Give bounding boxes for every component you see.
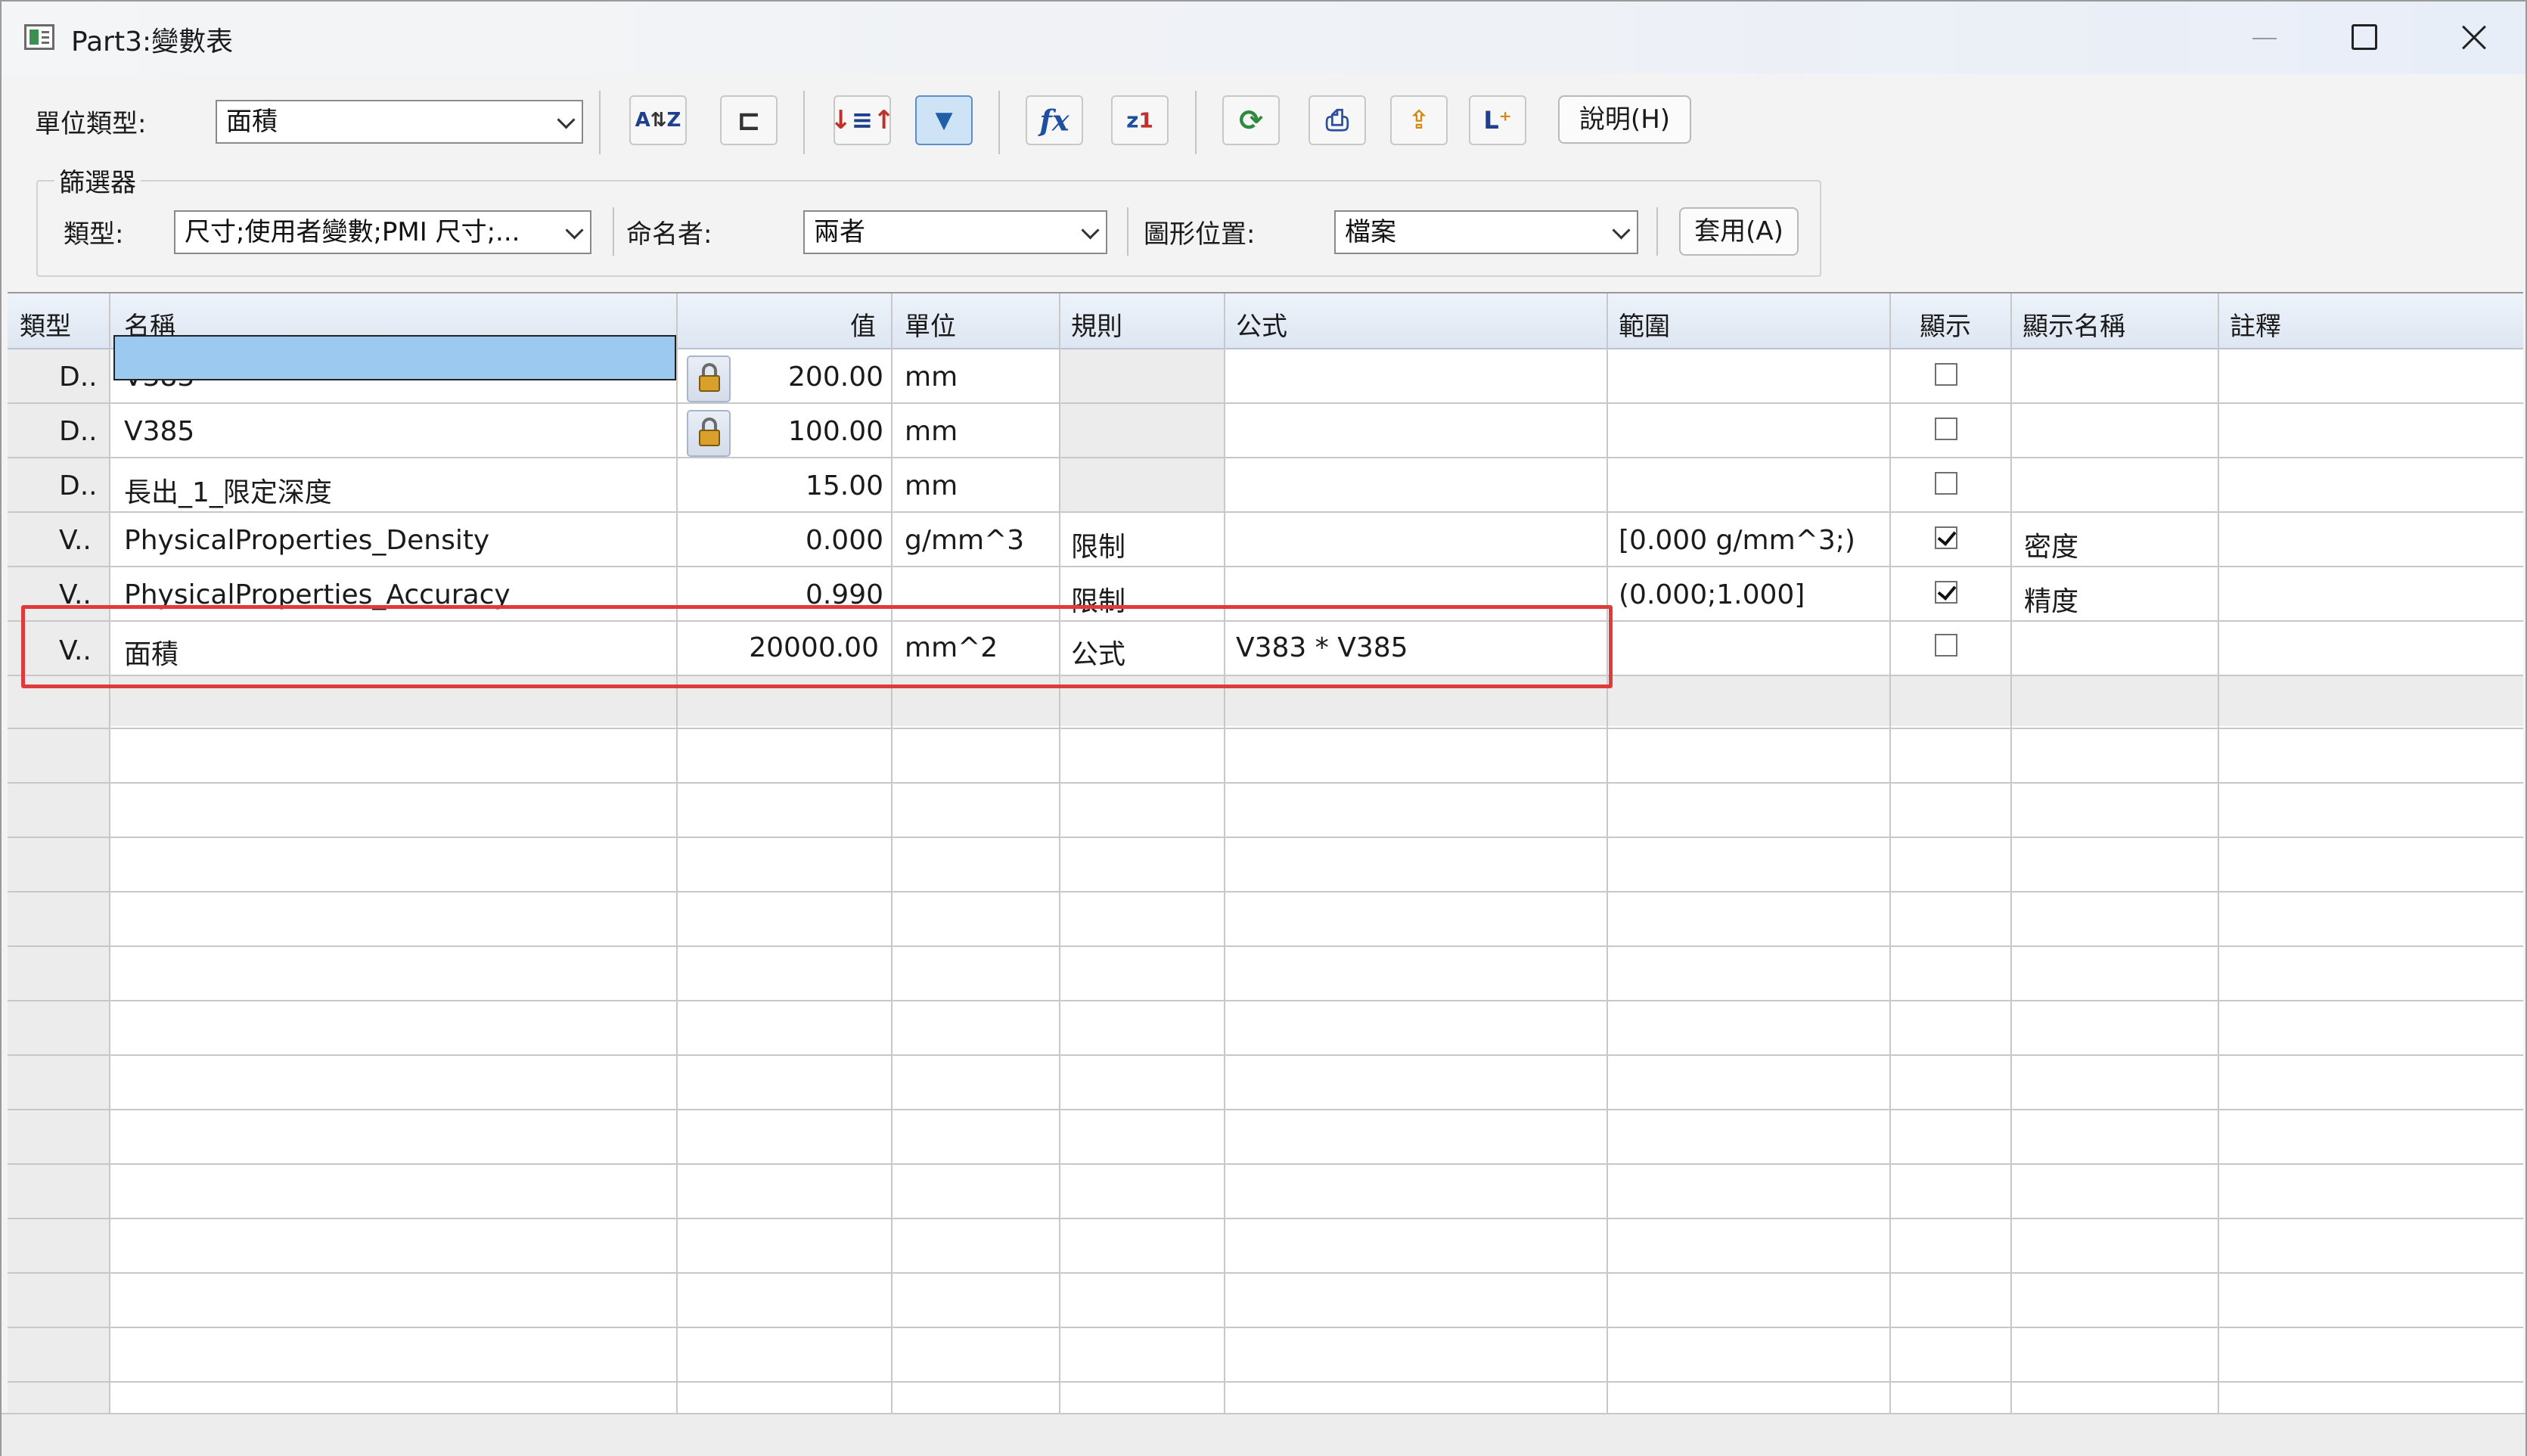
filter-icon: ▼ [935, 107, 953, 134]
variable-value-cell[interactable]: 200.00 [764, 362, 883, 393]
variable-value-cell[interactable]: 100.00 [764, 416, 883, 447]
print-icon: ⎙ [1325, 103, 1349, 137]
chevron-down-icon [565, 221, 584, 240]
variable-table-window: Part3:變數表 單位類型: 面積 A⇅Z ⊏ ↓≡↑ ▼ fx z1 ⟳ ⎙… [0, 0, 2527, 1456]
variable-value-cell[interactable]: 15.00 [764, 470, 883, 501]
export-button[interactable]: ⇪ [1390, 95, 1448, 145]
unit-type-value: 面積 [226, 107, 278, 137]
filter-group-title: 篩選器 [54, 162, 141, 199]
highlight-annotation-box [21, 605, 1613, 688]
row-type: V.. [59, 525, 92, 556]
tree-view-button[interactable]: ⊏ [720, 95, 778, 145]
function-wizard-icon: z1 [1126, 107, 1153, 133]
header-formula[interactable]: 公式 [1236, 306, 1287, 343]
print-button[interactable]: ⎙ [1309, 95, 1366, 145]
sort-order-button[interactable]: ↓≡↑ [830, 95, 895, 145]
display-name-cell[interactable]: 密度 [2024, 525, 2078, 564]
title-bar: Part3:變數表 [2, 2, 2525, 74]
name-edit-field[interactable] [113, 335, 676, 380]
show-checkbox[interactable] [1935, 634, 1957, 657]
row-type: D.. [59, 362, 98, 393]
export-icon: ⇪ [1408, 105, 1430, 135]
chevron-down-icon [1081, 221, 1100, 240]
type-filter-select[interactable]: 尺寸;使用者變數;PMI 尺寸;... [174, 210, 591, 254]
apply-button[interactable]: 套用(A) [1679, 207, 1799, 256]
formula-button[interactable]: fx [1026, 95, 1083, 145]
variable-grid: 類型 名稱 值 單位 規則 公式 範圍 顯示 顯示名稱 註釋 D.. 200.0… [8, 292, 2523, 1414]
add-variable-button[interactable]: L⁺ [1469, 95, 1526, 145]
graphic-location-value: 檔案 [1345, 217, 1396, 247]
unit-type-label: 單位類型: [35, 109, 147, 139]
type-filter-label: 類型: [64, 219, 124, 250]
tree-view-icon: ⊏ [737, 104, 761, 137]
formula-fx-icon: fx [1039, 103, 1069, 138]
variable-name-cell[interactable]: PhysicalProperties_Density [124, 525, 489, 556]
variable-range-cell[interactable]: (0.000;1.000] [1619, 579, 1805, 610]
maximize-button[interactable] [2333, 15, 2394, 61]
show-checkbox[interactable] [1935, 581, 1957, 604]
filter-button[interactable]: ▼ [915, 95, 973, 145]
named-by-label: 命名者: [626, 219, 712, 250]
help-button[interactable]: 說明(H) [1558, 95, 1691, 144]
lock-icon[interactable] [687, 410, 731, 457]
variable-name-cell[interactable]: 長出_1_限定深度 [124, 470, 332, 510]
header-value[interactable]: 值 [850, 306, 876, 343]
show-checkbox[interactable] [1935, 526, 1957, 549]
header-show[interactable]: 顯示 [1920, 306, 1971, 343]
minimize-button[interactable] [2233, 15, 2293, 61]
variable-unit-cell: mm [905, 362, 958, 393]
variable-unit-cell: mm [905, 470, 958, 501]
unit-type-select[interactable]: 面積 [216, 100, 583, 144]
show-checkbox[interactable] [1935, 472, 1957, 495]
header-note[interactable]: 註釋 [2230, 306, 2281, 343]
named-by-select[interactable]: 兩者 [803, 210, 1107, 254]
chevron-down-icon [1612, 221, 1631, 240]
variable-value-cell[interactable]: 0.000 [764, 525, 883, 556]
row-type: D.. [59, 416, 98, 447]
lock-icon[interactable] [687, 355, 731, 402]
show-checkbox[interactable] [1935, 363, 1957, 386]
window-title: Part3:變數表 [71, 26, 234, 57]
app-icon [24, 24, 54, 50]
header-unit[interactable]: 單位 [905, 306, 956, 343]
status-bar [2, 1413, 2525, 1456]
sort-az-button[interactable]: A⇅Z [629, 95, 687, 145]
variable-unit-cell: mm [905, 416, 958, 447]
header-type[interactable]: 類型 [20, 306, 71, 343]
graphic-location-label: 圖形位置: [1144, 219, 1256, 250]
close-button[interactable] [2443, 15, 2504, 61]
named-by-value: 兩者 [814, 217, 865, 247]
function-wizard-button[interactable]: z1 [1111, 95, 1169, 145]
graphic-location-select[interactable]: 檔案 [1334, 210, 1638, 254]
display-name-cell[interactable]: 精度 [2024, 579, 2078, 619]
sort-order-icon: ↓≡↑ [830, 105, 895, 135]
type-filter-value: 尺寸;使用者變數;PMI 尺寸;... [185, 217, 520, 247]
header-range[interactable]: 範圍 [1619, 306, 1670, 343]
variable-unit-cell: g/mm^3 [905, 525, 1025, 556]
show-checkbox[interactable] [1935, 418, 1957, 440]
chevron-down-icon [557, 110, 576, 129]
row-type: D.. [59, 470, 98, 501]
add-variable-icon: L⁺ [1483, 106, 1512, 135]
refresh-icon: ⟳ [1239, 104, 1263, 137]
header-rule[interactable]: 規則 [1071, 306, 1122, 343]
variable-rule-cell[interactable]: 限制 [1071, 525, 1125, 564]
variable-name-cell[interactable]: V385 [124, 416, 194, 447]
header-display-name[interactable]: 顯示名稱 [2023, 306, 2125, 343]
refresh-button[interactable]: ⟳ [1222, 95, 1280, 145]
variable-range-cell[interactable]: [0.000 g/mm^3;) [1619, 525, 1855, 556]
sort-az-icon: A⇅Z [635, 109, 681, 132]
